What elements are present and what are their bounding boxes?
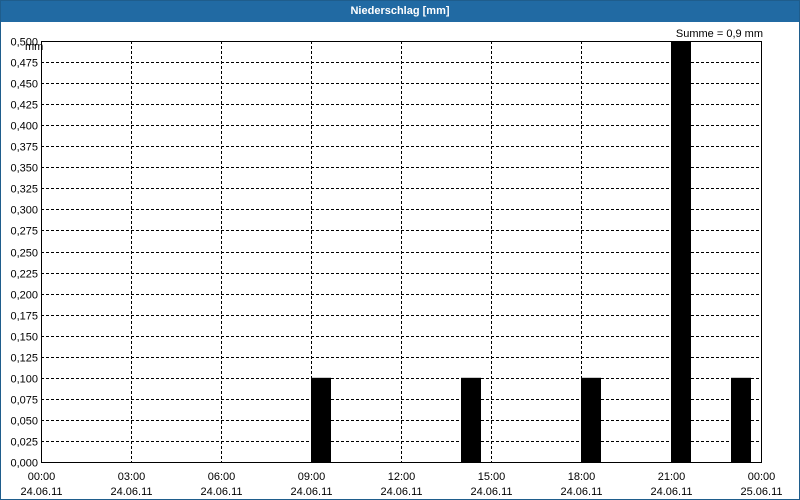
x-tick-time-label: 00:00 — [28, 471, 56, 483]
x-tick-time-label: 03:00 — [118, 471, 146, 483]
y-tick-label: 0,400 — [10, 121, 38, 133]
y-tick-label: 0,200 — [10, 290, 38, 302]
x-tick-date-label: 24.06.11 — [560, 486, 602, 498]
sum-annotation: Summe = 0,9 mm — [676, 28, 763, 40]
x-tick-time-label: 09:00 — [298, 471, 326, 483]
y-tick-label: 0,125 — [10, 353, 38, 365]
precipitation-chart: 0,000 0,025 0,050 0,075 0,100 0,125 0,150 0,175… — [10, 28, 782, 498]
x-tick-date-label: 24.06.11 — [110, 486, 152, 498]
x-tick-date-label: 24.06.11 — [380, 486, 422, 498]
x-tick-date-label: 24.06.11 — [290, 486, 332, 498]
y-tick-label: 0,150 — [10, 332, 38, 344]
x-tick-time-label: 15:00 — [478, 471, 506, 483]
y-tick-label: 0,425 — [10, 100, 38, 112]
x-tick-labels: 00:00 24.06.11 03:00 24.06.11 06:00 24.06.11 0… — [20, 471, 782, 498]
y-tick-label: 0,075 — [10, 395, 38, 407]
precipitation-bar — [311, 377, 331, 462]
precipitation-bar — [581, 377, 601, 462]
grid-lines — [41, 41, 761, 462]
precipitation-bar — [461, 377, 481, 462]
y-tick-label: 0,375 — [10, 142, 38, 154]
precipitation-bar — [671, 41, 691, 462]
y-tick-label: 0,025 — [10, 437, 38, 449]
precipitation-bar — [731, 377, 751, 462]
x-tick-date-label: 24.06.11 — [20, 486, 62, 498]
y-tick-label: 0,275 — [10, 226, 38, 238]
x-tick-date-label: 24.06.11 — [470, 486, 512, 498]
x-tick-date-label: 25.06.11 — [740, 486, 782, 498]
y-tick-label: 0,350 — [10, 163, 38, 175]
x-tick-time-label: 06:00 — [208, 471, 236, 483]
y-tick-label: 0,000 — [10, 458, 38, 470]
y-tick-label: 0,300 — [10, 205, 38, 217]
y-tick-label: 0,450 — [10, 79, 38, 91]
x-tick-time-label: 18:00 — [568, 471, 596, 483]
y-tick-label: 0,250 — [10, 248, 38, 260]
chart-window: Niederschlag [mm] 0,000 0,025 0,050 0,075 0,… — [0, 0, 800, 500]
y-tick-label: 0,475 — [10, 58, 38, 70]
y-tick-label: 0,175 — [10, 311, 38, 323]
y-tick-label: 0,050 — [10, 416, 38, 428]
y-tick-label: 0,100 — [10, 374, 38, 386]
y-axis-unit-label: mm — [25, 41, 43, 53]
y-tick-label: 0,225 — [10, 269, 38, 281]
x-tick-time-label: 12:00 — [388, 471, 416, 483]
y-tick-labels: 0,000 0,025 0,050 0,075 0,100 0,125 0,150 0,175… — [10, 37, 38, 470]
x-tick-date-label: 24.06.11 — [200, 486, 242, 498]
x-tick-time-label: 00:00 — [748, 471, 776, 483]
x-tick-time-label: 21:00 — [658, 471, 686, 483]
x-tick-date-label: 24.06.11 — [650, 486, 692, 498]
y-tick-label: 0,325 — [10, 184, 38, 196]
